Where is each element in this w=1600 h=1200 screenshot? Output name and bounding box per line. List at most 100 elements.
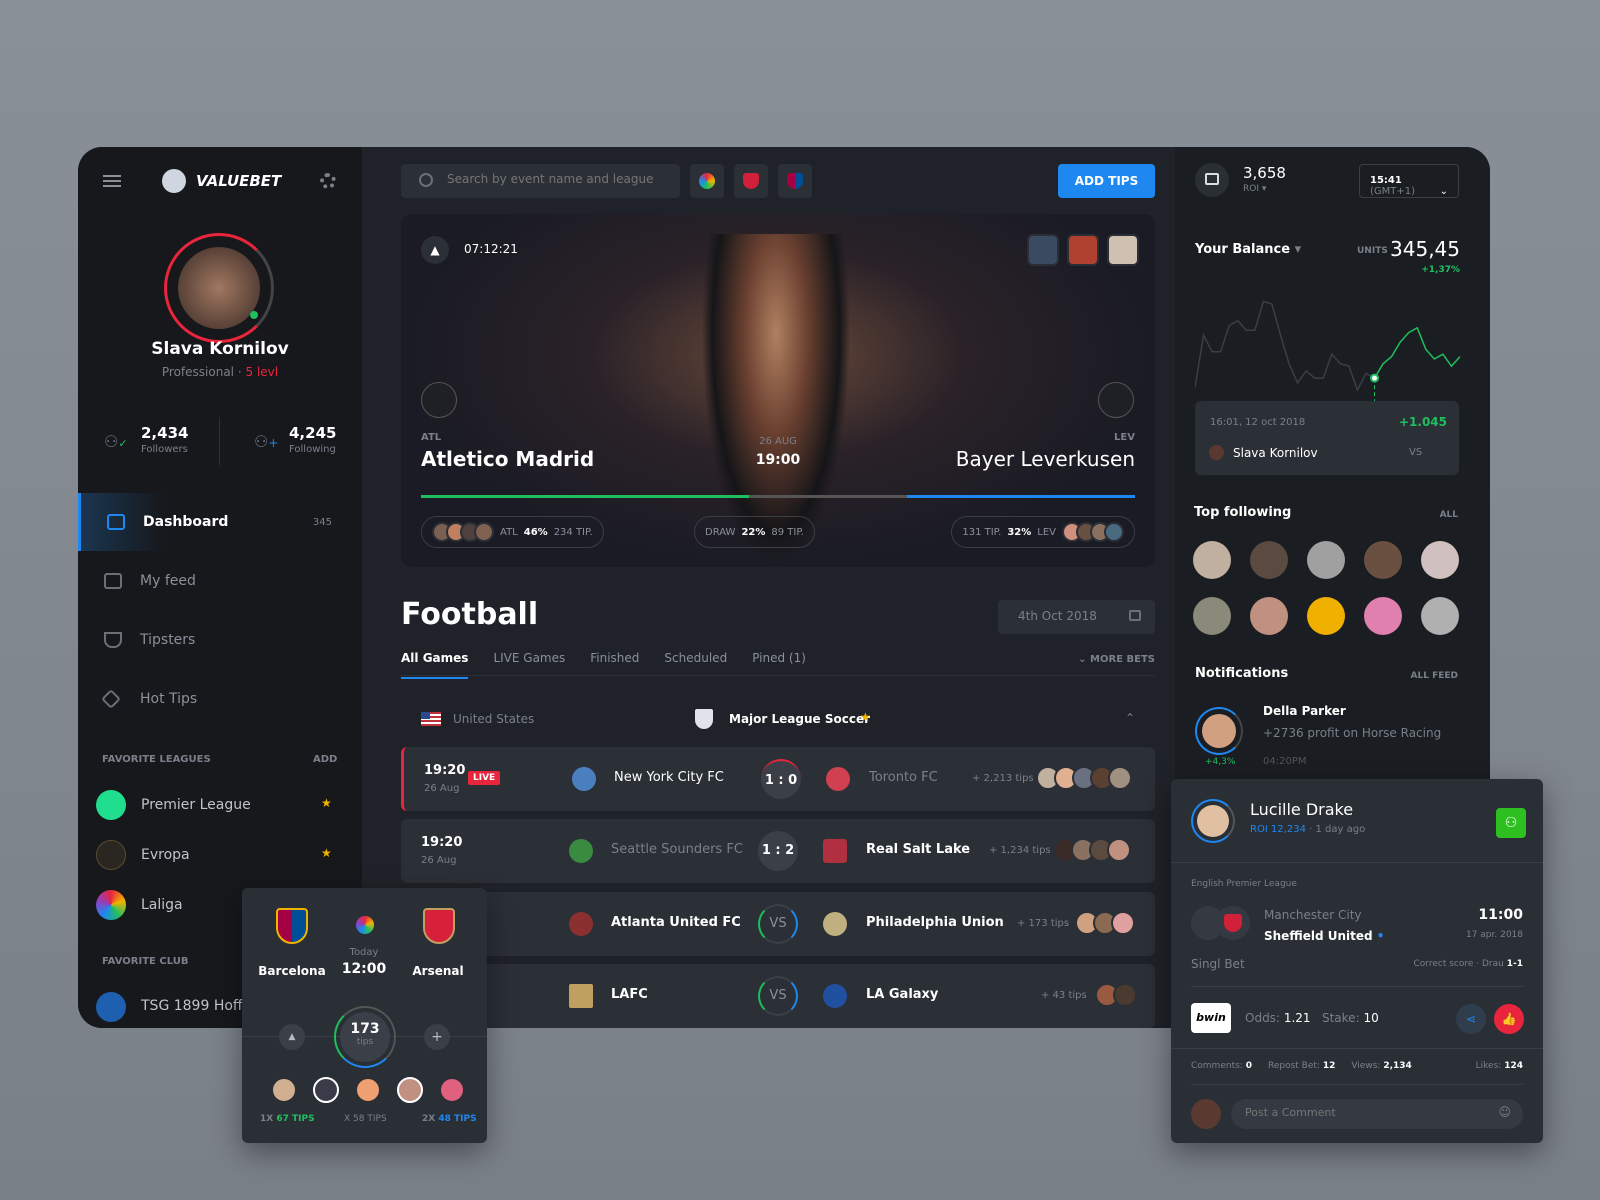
odds-1x[interactable]: 1X 67 TIPS: [260, 1114, 315, 1124]
comment-box[interactable]: ☺: [1231, 1099, 1523, 1129]
pick: Drau: [1482, 959, 1504, 969]
add-button[interactable]: +: [424, 1024, 450, 1050]
search-input[interactable]: [447, 172, 667, 186]
bet-type: Singl Bet: [1191, 957, 1245, 971]
match-row[interactable]: LAFC VS LA Galaxy + 43 tips: [401, 964, 1155, 1028]
add-tips-button[interactable]: ADD TIPS: [1058, 164, 1155, 198]
comment-input[interactable]: [1245, 1106, 1485, 1119]
filter-laliga[interactable]: [690, 164, 724, 198]
league-laliga[interactable]: Laliga: [141, 897, 183, 913]
match-date: 17 apr. 2018: [1465, 930, 1523, 940]
odds-2x[interactable]: 2X 48 TIPS: [422, 1114, 477, 1124]
following-avatar[interactable]: [1364, 541, 1402, 579]
post-time: 1 day ago: [1315, 824, 1366, 835]
tip-card[interactable]: Lucille Drake ROI 12,234 · 1 day ago ⚇ E…: [1171, 779, 1543, 1143]
star-icon[interactable]: ★: [860, 710, 871, 724]
star-icon[interactable]: ★: [321, 796, 332, 810]
mls-icon: [695, 709, 713, 729]
add-league-button[interactable]: ADD: [313, 754, 337, 765]
menu-icon[interactable]: [103, 175, 121, 187]
filter-liverpool[interactable]: [734, 164, 768, 198]
match-date: 26 Aug: [421, 855, 457, 866]
balance-chart[interactable]: [1195, 287, 1460, 407]
wallet-icon[interactable]: [1195, 163, 1229, 197]
highlight-point[interactable]: [1370, 373, 1380, 383]
following-avatar[interactable]: [1307, 597, 1345, 635]
away-tips: 131 TIP.: [962, 526, 1002, 538]
away-tips-pill[interactable]: 131 TIP. 32% LEV: [951, 516, 1135, 548]
following-avatar[interactable]: [1364, 597, 1402, 635]
match-card[interactable]: Barcelona Today 12:00 Arsenal ▲ 173 tips …: [242, 888, 487, 1143]
nav-tipsters[interactable]: Tipsters: [78, 611, 362, 669]
online-indicator: [250, 311, 258, 319]
bell-button[interactable]: ▲: [279, 1024, 305, 1050]
nav-my-feed[interactable]: My feed: [78, 552, 362, 610]
following-avatar[interactable]: [1250, 597, 1288, 635]
repost-count: 12: [1322, 1061, 1336, 1071]
pick-value: 1-1: [1506, 959, 1523, 969]
league-premier[interactable]: Premier League: [141, 797, 251, 813]
following-count[interactable]: 4,245: [289, 424, 336, 442]
share-button[interactable]: ⋖: [1456, 1004, 1486, 1034]
roi-dropdown[interactable]: ROI ▾: [1243, 184, 1266, 194]
odds-label: Odds:: [1245, 1011, 1280, 1025]
likes-label: Likes:: [1475, 1061, 1502, 1071]
like-button[interactable]: 👍: [1494, 1004, 1524, 1034]
following-avatar[interactable]: [1250, 541, 1288, 579]
nav-label: Dashboard: [143, 514, 229, 530]
followers-count[interactable]: 2,434: [141, 424, 188, 442]
draw-tips-pill[interactable]: DRAW 22% 89 TIP.: [694, 516, 815, 548]
balance-dropdown[interactable]: Your Balance ▾: [1195, 242, 1301, 257]
bell-icon[interactable]: ▲: [421, 236, 449, 264]
more-bets-button[interactable]: ⌄ MORE BETS: [1078, 654, 1155, 665]
odds-x[interactable]: X 58 TIPS: [344, 1114, 387, 1124]
league-name: Major League Soccer: [729, 712, 870, 726]
tipster-name[interactable]: Lucille Drake: [1250, 800, 1353, 819]
match-row[interactable]: 19:20 26 Aug LIVE New York City FC 1 : 0 …: [401, 747, 1155, 811]
tips-count: 173: [350, 1021, 380, 1037]
balance-tooltip: 16:01, 12 oct 2018 +1.045 Slava Kornilov…: [1195, 401, 1459, 475]
follow-user-icon[interactable]: ⚇: [1496, 808, 1526, 838]
bookie-logo[interactable]: bwin: [1191, 1003, 1231, 1033]
brand-name: VALUEBET: [196, 172, 282, 190]
search-bar[interactable]: [401, 164, 680, 198]
match-row[interactable]: 19:20 26 Aug Seattle Sounders FC 1 : 2 Re…: [401, 819, 1155, 883]
filter-barcelona[interactable]: [778, 164, 812, 198]
stake-label: Stake:: [1321, 1011, 1360, 1025]
collapse-icon[interactable]: ⌃: [1125, 711, 1135, 725]
all-feed-link[interactable]: ALL FEED: [1411, 671, 1458, 681]
notification-pct: +4,3%: [1205, 757, 1236, 767]
hero-tipster-avatars: [1027, 234, 1139, 266]
nav-hot-tips[interactable]: Hot Tips: [78, 670, 362, 728]
views-count: 2,134: [1383, 1061, 1412, 1071]
home-tips-pill[interactable]: ATL 46% 234 TIP.: [421, 516, 604, 548]
league-europa[interactable]: Evropa: [141, 847, 190, 863]
clock: 15:41: [1370, 175, 1402, 186]
pill-abbr: LEV: [1037, 526, 1056, 538]
following-avatar[interactable]: [1193, 541, 1231, 579]
following-all-link[interactable]: ALL: [1440, 510, 1458, 520]
gear-icon[interactable]: [320, 173, 336, 189]
following-avatar[interactable]: [1421, 597, 1459, 635]
avatar[interactable]: [178, 247, 260, 329]
stake-value: 10: [1363, 1011, 1379, 1025]
match-score: 1 : 0: [761, 759, 801, 799]
following-label: Following: [289, 444, 336, 455]
away-team: LA Galaxy: [866, 987, 939, 1002]
tipster-avatar[interactable]: [1191, 799, 1235, 843]
match-row[interactable]: Atlanta United FC VS Philadelphia Union …: [401, 892, 1155, 956]
countdown-timer: 07:12:21: [464, 242, 518, 256]
comments-label: Comments:: [1191, 1061, 1243, 1071]
date-picker[interactable]: 4th Oct 2018: [998, 600, 1155, 634]
hero-banner[interactable]: ▲ 07:12:21 ATL Atletico Madrid LEV Bayer…: [401, 214, 1155, 567]
timezone-select[interactable]: 15:41 (GMT+1) ⌄: [1359, 164, 1459, 198]
following-avatar[interactable]: [1307, 541, 1345, 579]
away-team: Sheffield United •: [1264, 929, 1385, 943]
notification-text: +2736 profit on Horse Racing: [1263, 726, 1442, 740]
following-avatar[interactable]: [1193, 597, 1231, 635]
vs-label: VS: [1409, 447, 1423, 458]
following-avatar[interactable]: [1421, 541, 1459, 579]
nav-dashboard[interactable]: Dashboard 345: [78, 493, 362, 551]
star-icon[interactable]: ★: [321, 846, 332, 860]
emoji-icon[interactable]: ☺: [1498, 1105, 1511, 1119]
